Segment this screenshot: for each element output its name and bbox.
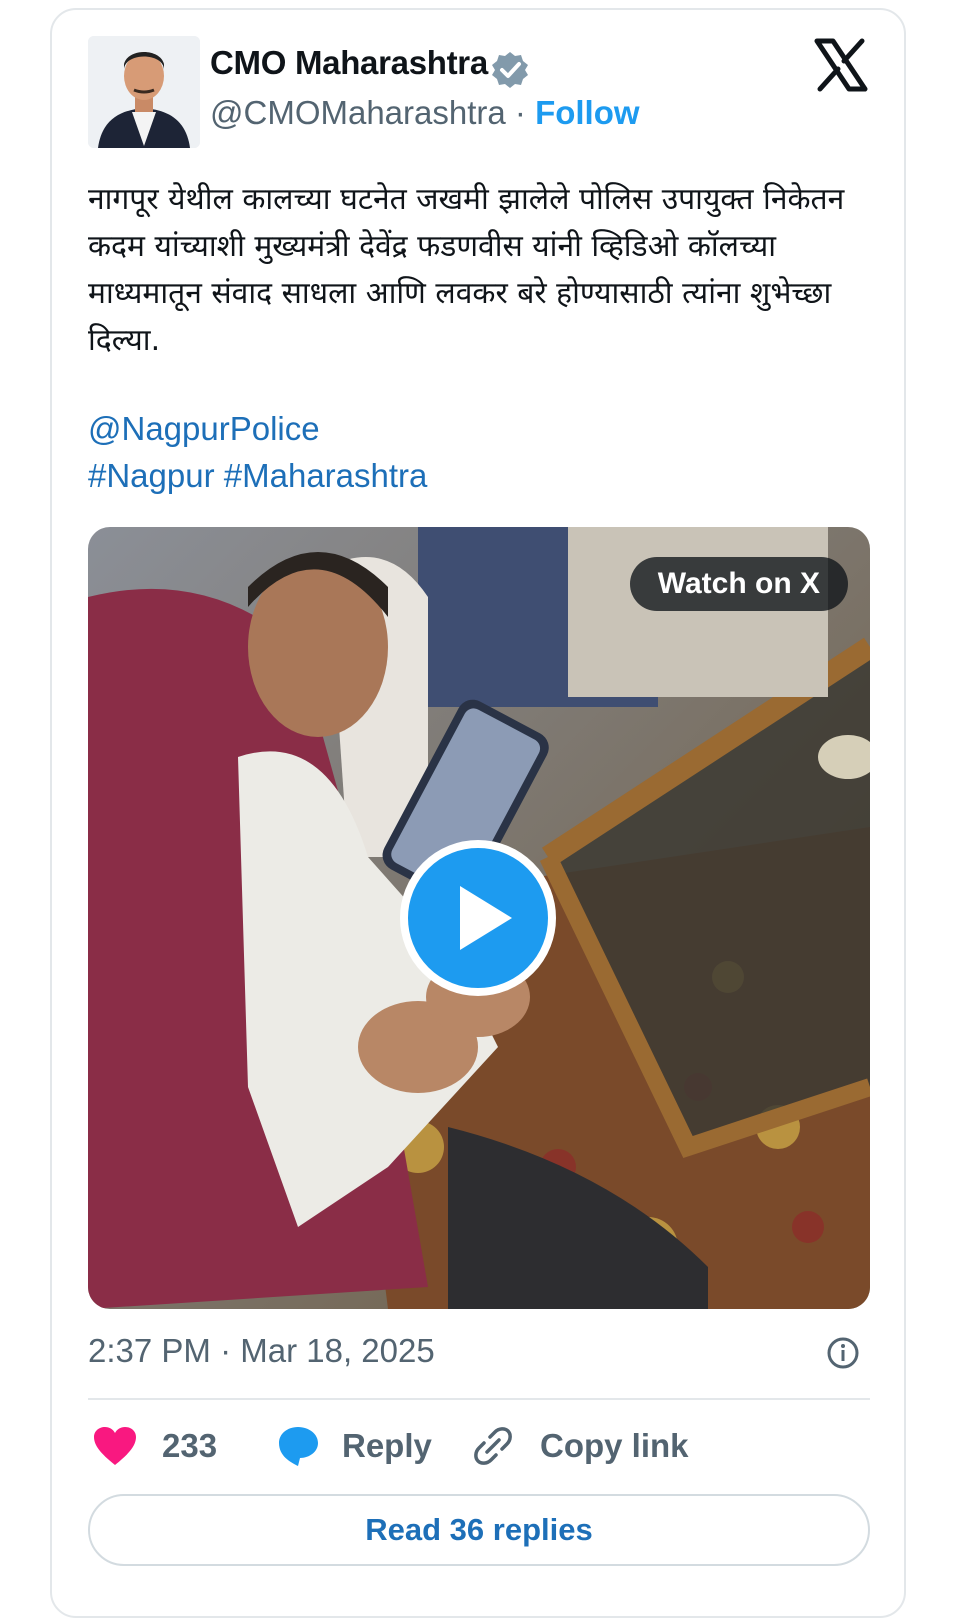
author-handle[interactable]: @CMOMaharashtra [210, 94, 506, 131]
divider [88, 1398, 870, 1400]
handle-row: @CMOMaharashtra · Follow [210, 94, 640, 132]
heart-icon [94, 1427, 136, 1465]
copy-link-button[interactable]: Copy link [472, 1420, 689, 1472]
info-icon[interactable] [826, 1336, 860, 1370]
link-icon [474, 1427, 512, 1465]
reply-bubble-icon [279, 1427, 318, 1466]
timestamp[interactable]: 2:37 PM · Mar 18, 2025 [88, 1332, 435, 1370]
mention-link[interactable]: @NagpurPolice [88, 410, 320, 447]
hashtag-link[interactable]: #Maharashtra [224, 457, 428, 494]
reply-label: Reply [342, 1427, 432, 1464]
play-icon[interactable] [398, 838, 558, 998]
video-media[interactable]: Watch on X [88, 527, 870, 1309]
verified-badge-icon [492, 52, 528, 88]
tweet-time: 2:37 PM [88, 1332, 211, 1369]
handle-separator: · [505, 94, 536, 131]
follow-button[interactable]: Follow [535, 94, 639, 131]
hashtag-link[interactable]: #Nagpur [88, 457, 215, 494]
like-button[interactable]: 233 [92, 1420, 217, 1472]
copy-link-label: Copy link [540, 1427, 689, 1464]
reply-button[interactable]: Reply [276, 1420, 432, 1472]
tweet-links: @NagpurPolice #Nagpur #Maharashtra [88, 405, 427, 499]
watch-on-x-button[interactable]: Watch on X [629, 557, 848, 611]
time-separator: · [210, 1332, 241, 1369]
avatar[interactable] [88, 36, 200, 148]
x-logo-icon[interactable] [814, 38, 868, 92]
like-count: 233 [162, 1427, 218, 1464]
tweet-text: नागपूर येथील कालच्या घटनेत जखमी झालेले प… [88, 176, 878, 364]
read-replies-button[interactable]: Read 36 replies [88, 1494, 870, 1566]
author-name[interactable]: CMO Maharashtra [210, 44, 488, 82]
tweet-body: नागपूर येथील कालच्या घटनेत जखमी झालेले प… [88, 182, 845, 358]
tweet-date: Mar 18, 2025 [240, 1332, 435, 1369]
